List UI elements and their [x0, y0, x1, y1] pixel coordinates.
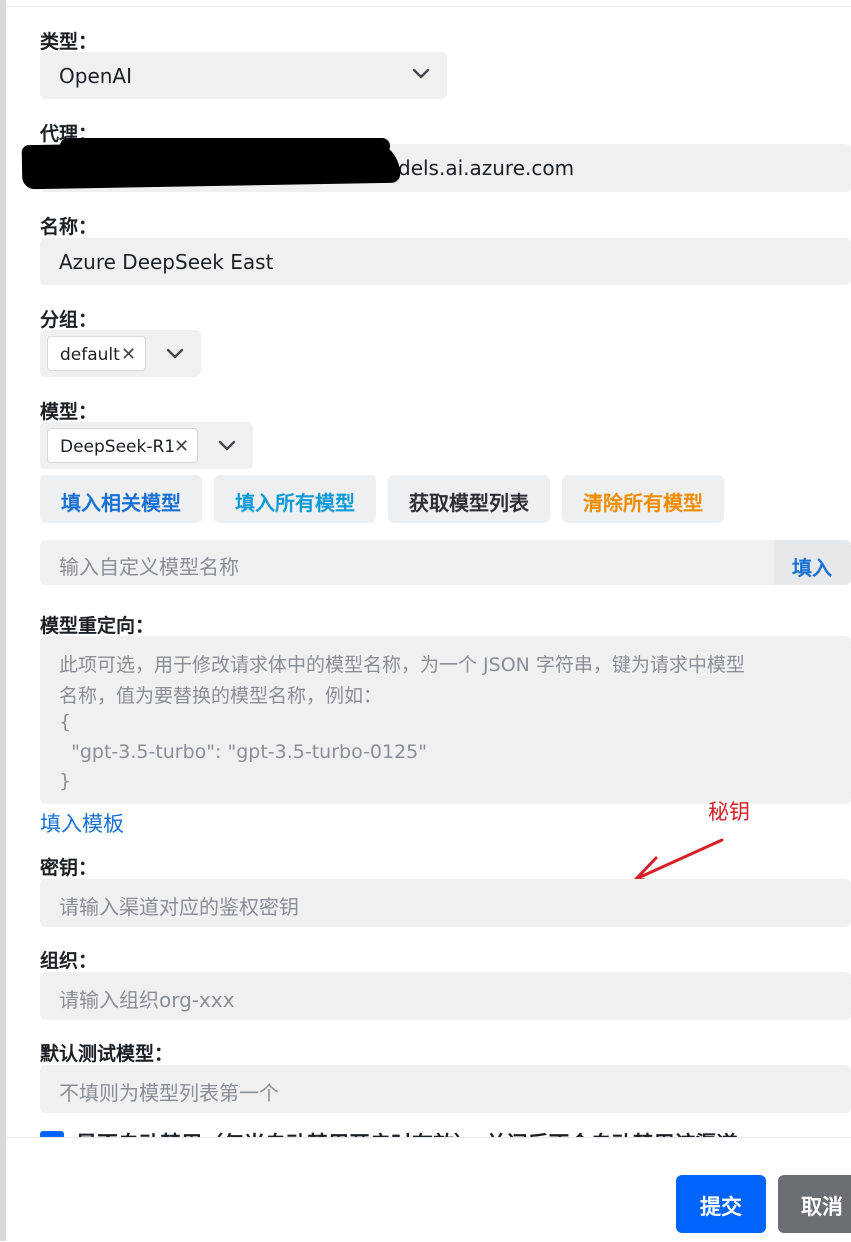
submit-label: 提交 [700, 1195, 742, 1219]
mapping-placeholder-line: 此项可选，用于修改请求体中的模型名称，为一个 JSON 字符串，键为请求中模型 [59, 654, 745, 676]
custom-model-placeholder: 输入自定义模型名称 [59, 555, 239, 579]
model-tag-label: DeepSeek-R1 [60, 437, 176, 457]
custom-model-fill-button[interactable]: 填入 [774, 540, 851, 585]
fill-all-label: 填入所有模型 [235, 491, 355, 515]
fill-template-link[interactable]: 填入模板 [40, 808, 124, 838]
org-input[interactable]: 请输入组织org-xxx [40, 972, 851, 1020]
fetch-list-label: 获取模型列表 [409, 491, 529, 515]
fill-button-label: 填入 [792, 556, 832, 580]
custom-model-input[interactable]: 输入自定义模型名称 [40, 540, 775, 585]
model-label: 模型： [40, 401, 98, 423]
redaction-mark-top [60, 138, 390, 154]
model-mapping-label: 模型重定向： [40, 615, 155, 637]
close-icon[interactable]: ✕ [174, 436, 189, 457]
mapping-placeholder-line: { [59, 711, 72, 733]
clear-all-label: 清除所有模型 [583, 491, 703, 515]
proxy-value: dels.ai.azure.com [398, 156, 575, 180]
close-icon[interactable]: ✕ [121, 344, 136, 365]
model-mapping-textarea[interactable]: 此项可选，用于修改请求体中的模型名称，为一个 JSON 字符串，键为请求中模型 … [40, 636, 851, 804]
clear-all-models-button[interactable]: 清除所有模型 [562, 475, 724, 523]
type-value: OpenAI [59, 64, 132, 88]
group-tag-label: default [60, 345, 120, 365]
key-label: 密钥： [40, 857, 98, 879]
group-tag: default ✕ [47, 336, 146, 371]
left-edge [0, 0, 6, 1241]
top-divider [6, 6, 851, 7]
annotation-text: 秘钥 [708, 800, 750, 824]
test-model-placeholder: 不填则为模型列表第一个 [59, 1081, 279, 1105]
mapping-placeholder-line: } [59, 770, 72, 792]
mapping-placeholder-line: 名称，值为要替换的模型名称，例如： [59, 685, 383, 707]
test-model-label: 默认测试模型： [40, 1043, 174, 1065]
key-input[interactable]: 请输入渠道对应的鉴权密钥 [40, 879, 851, 927]
org-placeholder: 请输入组织org-xxx [59, 988, 235, 1012]
name-label: 名称： [40, 216, 98, 238]
test-model-input[interactable]: 不填则为模型列表第一个 [40, 1065, 851, 1113]
cancel-label: 取消 [801, 1195, 843, 1219]
chevron-down-icon [218, 440, 236, 451]
name-input[interactable]: Azure DeepSeek East [40, 238, 851, 285]
group-select[interactable]: default ✕ [40, 330, 201, 377]
group-label: 分组： [40, 309, 98, 331]
fill-all-models-button[interactable]: 填入所有模型 [214, 475, 376, 523]
fill-related-models-button[interactable]: 填入相关模型 [40, 475, 202, 523]
key-placeholder: 请输入渠道对应的鉴权密钥 [59, 895, 299, 919]
mapping-placeholder-line: "gpt-3.5-turbo": "gpt-3.5-turbo-0125" [59, 741, 428, 763]
name-value: Azure DeepSeek East [59, 250, 274, 274]
submit-button[interactable]: 提交 [676, 1175, 766, 1233]
fill-related-label: 填入相关模型 [61, 491, 181, 515]
model-tag: DeepSeek-R1 ✕ [47, 428, 198, 463]
chevron-down-icon [166, 348, 184, 359]
model-select[interactable]: DeepSeek-R1 ✕ [40, 422, 253, 469]
type-label: 类型： [40, 31, 98, 53]
fetch-model-list-button[interactable]: 获取模型列表 [388, 475, 550, 523]
cancel-button[interactable]: 取消 [778, 1175, 851, 1233]
chevron-down-icon [412, 68, 430, 79]
type-select[interactable]: OpenAI [40, 52, 447, 99]
org-label: 组织： [40, 950, 98, 972]
